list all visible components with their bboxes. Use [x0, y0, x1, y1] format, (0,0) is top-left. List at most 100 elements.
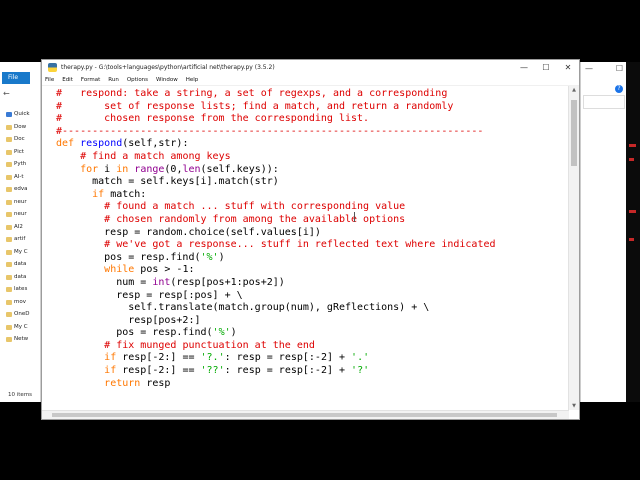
python-app-icon	[48, 62, 57, 72]
code-line[interactable]: # respond: take a string, a set of regex…	[56, 88, 496, 101]
minimize-icon[interactable]: —	[585, 64, 593, 73]
scrollbar-thumb[interactable]	[571, 100, 577, 166]
code-line[interactable]: # chosen randomly from among the availab…	[56, 214, 496, 227]
desktop-edge	[626, 62, 640, 402]
code-token: int	[152, 276, 171, 288]
close-icon[interactable]: ✕	[557, 63, 579, 72]
explorer-nav-item[interactable]: Pyth	[0, 158, 40, 171]
explorer-nav-item[interactable]: Dow	[0, 121, 40, 134]
code-token: range	[134, 163, 165, 175]
code-line[interactable]: self.translate(match.group(num), gReflec…	[56, 302, 496, 315]
explorer-nav-item[interactable]: OneD	[0, 308, 40, 321]
code-token: # we've got a response... stuff in refle…	[104, 239, 496, 251]
explorer-nav-item[interactable]: edva	[0, 183, 40, 196]
explorer-nav-item[interactable]: Quick	[0, 108, 40, 121]
scrollbar-thumb[interactable]	[52, 413, 557, 417]
scroll-up-icon[interactable]: ▲	[569, 87, 579, 93]
code-line[interactable]: def respond(self,str):	[56, 138, 496, 151]
code-line[interactable]: #---------------------------------------…	[56, 126, 496, 139]
code-line[interactable]: while pos > -1:	[56, 264, 496, 277]
minimize-icon[interactable]: —	[513, 63, 535, 72]
maximize-icon[interactable]: ☐	[616, 64, 623, 73]
code-token: '??'	[200, 365, 225, 377]
code-line[interactable]: # find a match among keys	[56, 151, 496, 164]
scroll-down-icon[interactable]: ▼	[569, 403, 579, 409]
search-input[interactable]	[583, 95, 625, 109]
code-line[interactable]	[56, 390, 496, 403]
explorer-nav-item[interactable]: data	[0, 258, 40, 271]
code-line[interactable]: # fix munged punctuation at the end	[56, 340, 496, 353]
code-line[interactable]: # set of response lists; find a match, a…	[56, 101, 496, 114]
code-line[interactable]: if resp[-2:] == '?.': resp = resp[:-2] +…	[56, 352, 496, 365]
code-token: (self.keys)):	[200, 163, 279, 175]
code-token: # respond: take a string, a set of regex…	[56, 88, 448, 99]
explorer-nav-item[interactable]: neur	[0, 196, 40, 209]
code-token: def	[56, 138, 81, 150]
code-line[interactable]: resp[pos+2:]	[56, 315, 496, 328]
back-arrow-icon[interactable]: ←	[3, 89, 10, 98]
code-token: resp[-2:] ==	[116, 365, 201, 377]
code-token: # found a match ... stuff with correspon…	[104, 201, 406, 213]
code-token: self.translate(match.group(num), gReflec…	[56, 302, 430, 314]
code-line[interactable]: if resp[-2:] == '??': resp = resp[:-2] +…	[56, 365, 496, 378]
code-line[interactable]: return resp	[56, 378, 496, 391]
code-line[interactable]: for i in range(0,len(self.keys)):	[56, 164, 496, 177]
explorer-nav-item[interactable]: Pict	[0, 146, 40, 159]
explorer-nav-item[interactable]: AI-t	[0, 171, 40, 184]
menu-edit[interactable]: Edit	[62, 77, 73, 83]
file-tab[interactable]: File	[2, 72, 30, 84]
code-line[interactable]: if match:	[56, 189, 496, 202]
code-token: '.'	[351, 352, 370, 364]
explorer-nav-item[interactable]: data	[0, 271, 40, 284]
explorer-nav-item[interactable]: My C	[0, 321, 40, 334]
vertical-scrollbar[interactable]: ▲ ▼	[568, 86, 579, 410]
menu-help[interactable]: Help	[186, 77, 199, 83]
code-line[interactable]: pos = resp.find('%')	[56, 252, 496, 265]
menu-format[interactable]: Format	[81, 77, 100, 83]
code-token: (0,	[164, 163, 183, 175]
explorer-nav-item[interactable]: Doc	[0, 133, 40, 146]
file-explorer-window: File ← Quick Dow Doc Pict Pyth AI-t edva neur ne…	[0, 62, 41, 402]
code-line[interactable]: # we've got a response... stuff in refle…	[56, 239, 496, 252]
code-token: # find a match among keys	[80, 150, 231, 162]
code-line[interactable]: resp = random.choice(self.values[i])	[56, 227, 496, 240]
explorer-nav-item[interactable]: artif	[0, 233, 40, 246]
menu-file[interactable]: File	[45, 77, 54, 83]
code-line[interactable]: resp = resp[:pos] + \	[56, 290, 496, 303]
code-token: '%'	[200, 251, 219, 263]
menu-window[interactable]: Window	[156, 77, 178, 83]
explorer-nav-item[interactable]: mov	[0, 296, 40, 309]
info-icon[interactable]: ?	[615, 85, 623, 93]
code-token: resp[pos+2:]	[56, 314, 201, 326]
maximize-icon[interactable]: ☐	[535, 63, 557, 72]
code-token: '?.'	[200, 352, 225, 364]
explorer-nav-item[interactable]: AI2	[0, 221, 40, 234]
background-window: — ☐ ?	[580, 62, 627, 402]
code-line[interactable]: # found a match ... stuff with correspon…	[56, 201, 496, 214]
code-token: while	[104, 264, 135, 276]
code-line[interactable]: pos = resp.find('%')	[56, 327, 496, 340]
code-token: #---------------------------------------…	[56, 125, 484, 137]
menu-options[interactable]: Options	[127, 77, 148, 83]
explorer-nav-item[interactable]: Netw	[0, 333, 40, 346]
code-line[interactable]: # chosen response from the corresponding…	[56, 113, 496, 126]
code-token: : resp = resp[:-2] +	[224, 352, 352, 364]
title-bar[interactable]: therapy.py - G:\tools+languages\python\a…	[42, 60, 579, 74]
code-line[interactable]: match = self.keys[i].match(str)	[56, 176, 496, 189]
horizontal-scrollbar[interactable]	[42, 410, 569, 419]
explorer-nav-item[interactable]: lates	[0, 283, 40, 296]
explorer-nav-item[interactable]: My C	[0, 246, 40, 259]
code-editor[interactable]: # respond: take a string, a set of regex…	[42, 86, 569, 418]
code-line[interactable]: num = int(resp[pos+1:pos+2])	[56, 277, 496, 290]
menu-run[interactable]: Run	[108, 77, 119, 83]
explorer-nav-item[interactable]: neur	[0, 208, 40, 221]
red-mark	[629, 210, 636, 213]
code-text[interactable]: # respond: take a string, a set of regex…	[56, 88, 496, 418]
code-token: resp[-2:] ==	[116, 352, 201, 364]
code-token: (resp[pos+1:pos+2])	[170, 276, 285, 288]
